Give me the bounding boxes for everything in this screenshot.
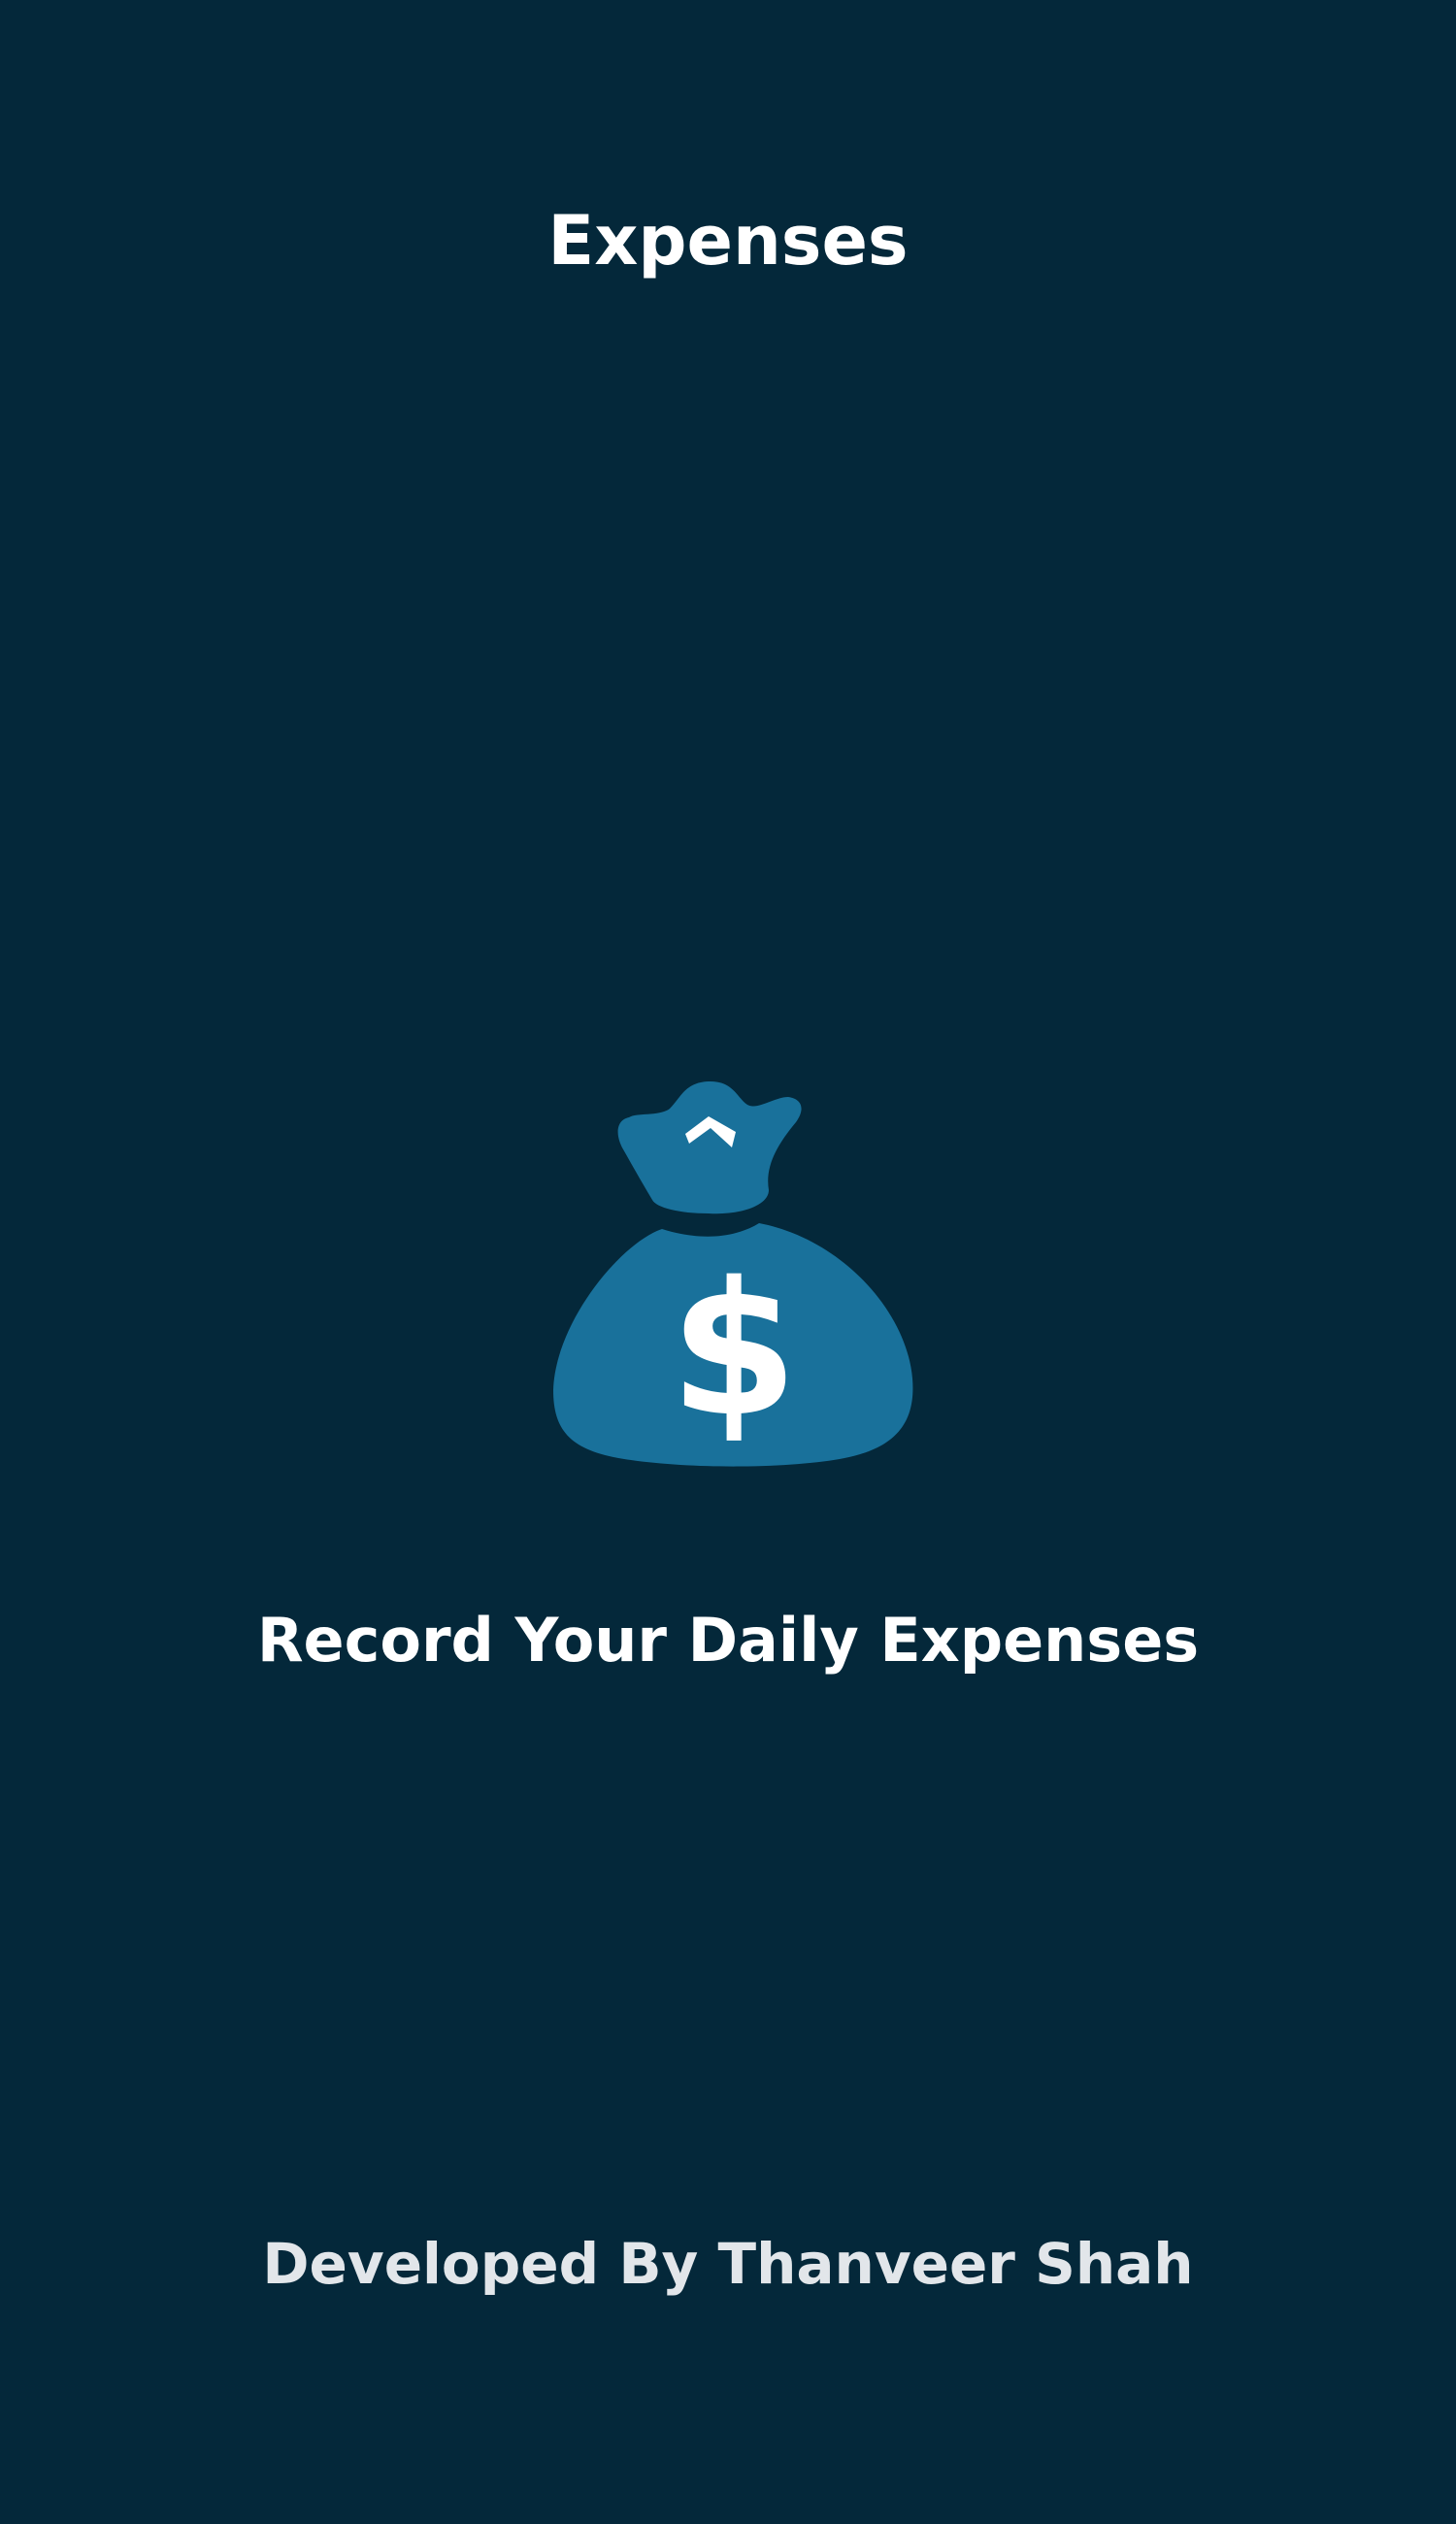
developer-credit: Developed By Thanveer Shah — [262, 2231, 1194, 2297]
dollar-symbol: $ — [670, 1243, 798, 1457]
splash-screen: Expenses $ Record Your Daily Expenses De… — [0, 0, 1456, 2524]
money-bag-icon: $ — [514, 1048, 942, 1476]
app-title: Expenses — [547, 201, 909, 281]
tagline: Record Your Daily Expenses — [256, 1605, 1200, 1676]
